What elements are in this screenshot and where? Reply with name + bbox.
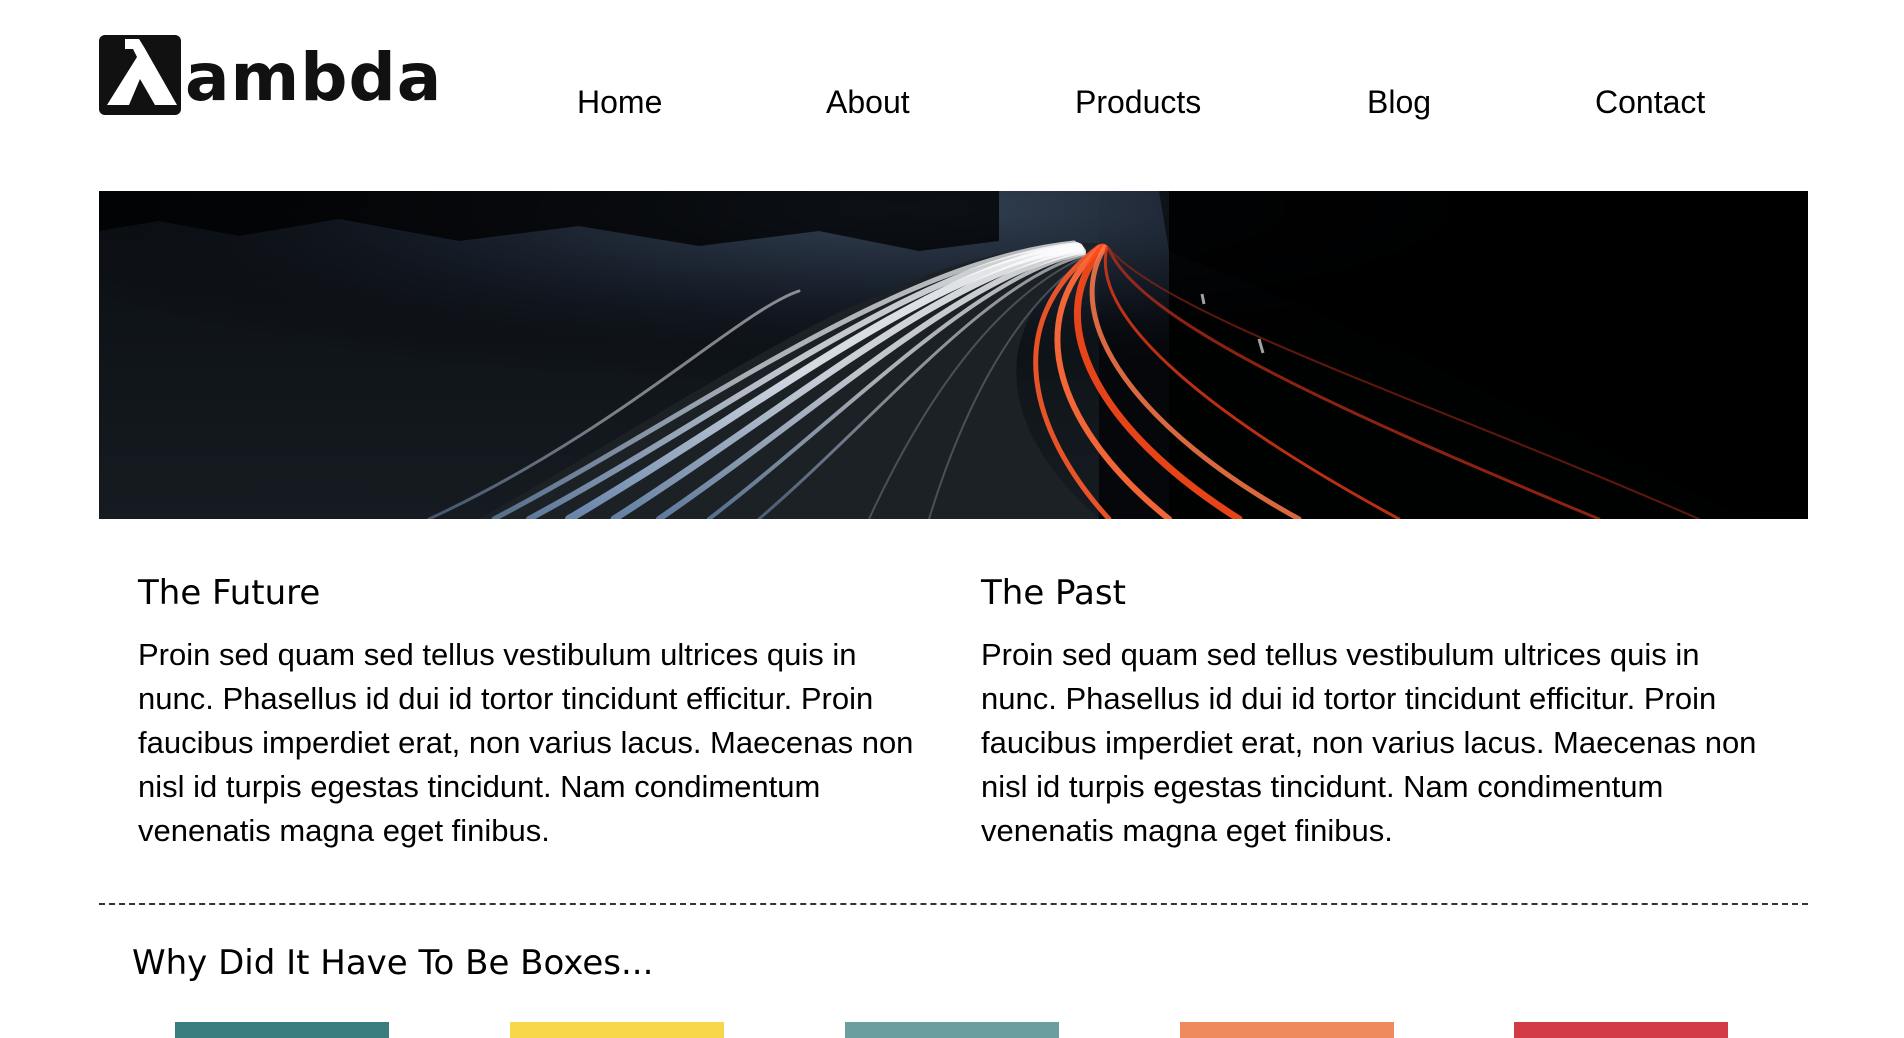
nav-contact[interactable]: Contact bbox=[1595, 82, 1705, 122]
boxes-section-title: Why Did It Have To Be Boxes... bbox=[132, 943, 654, 983]
section-divider bbox=[99, 903, 1808, 905]
column-body: Proin sed quam sed tellus vestibulum ult… bbox=[981, 637, 1757, 848]
color-box-yellow bbox=[510, 1022, 724, 1038]
color-box-gray-teal bbox=[845, 1022, 1059, 1038]
color-box-orange bbox=[1180, 1022, 1394, 1038]
color-box-teal bbox=[175, 1022, 389, 1038]
column-past: The Past Proin sed quam sed tellus vesti… bbox=[981, 568, 1771, 853]
column-title: The Future bbox=[138, 573, 321, 613]
main-nav: Home About Products Blog Contact bbox=[0, 82, 1904, 122]
nav-about[interactable]: About bbox=[826, 82, 910, 122]
page: ambda Home About Products Blog Contact T… bbox=[0, 0, 1904, 1038]
hero-image bbox=[99, 191, 1808, 519]
column-title: The Past bbox=[981, 573, 1126, 613]
nav-home[interactable]: Home bbox=[577, 82, 662, 122]
nav-blog[interactable]: Blog bbox=[1367, 82, 1431, 122]
color-box-red bbox=[1514, 1022, 1728, 1038]
column-body: Proin sed quam sed tellus vestibulum ult… bbox=[138, 637, 914, 848]
nav-products[interactable]: Products bbox=[1075, 82, 1201, 122]
column-future: The Future Proin sed quam sed tellus ves… bbox=[138, 568, 928, 853]
